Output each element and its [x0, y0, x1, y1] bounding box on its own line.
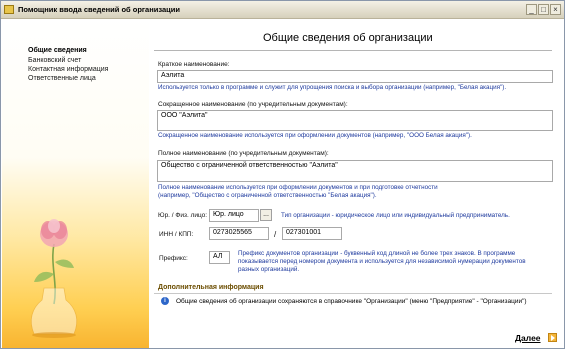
- prefix-input[interactable]: АЛ: [209, 251, 230, 264]
- next-button[interactable]: Далее: [511, 331, 559, 345]
- assistant-window: Помощник ввода сведений об организации _…: [0, 0, 565, 349]
- entity-type-label: Юр. / Физ. лицо:: [158, 212, 208, 219]
- entity-type-select-button[interactable]: ...: [260, 209, 272, 221]
- short-name-label: Краткое наименование:: [158, 61, 230, 68]
- info-icon: i: [161, 297, 169, 305]
- nav-item-responsible[interactable]: Ответственные лица: [28, 75, 96, 82]
- navigation-panel: Общие сведения Банковский счет Контактна…: [2, 19, 149, 348]
- abbr-name-label: Сокращенное наименование (по учредительн…: [158, 101, 348, 108]
- inn-kpp-separator: /: [274, 230, 277, 239]
- title-divider: [154, 50, 552, 51]
- window-title: Помощник ввода сведений об организации: [18, 5, 180, 14]
- page-title: Общие сведения об организации: [263, 32, 433, 44]
- title-bar[interactable]: Помощник ввода сведений об организации _…: [1, 1, 564, 19]
- entity-type-hint: Тип организации - юридическое лицо или и…: [281, 212, 510, 219]
- full-name-label: Полное наименование (по учредительным до…: [158, 150, 329, 157]
- abbr-name-input[interactable]: ООО "Аэлита": [157, 110, 553, 131]
- nav-item-general[interactable]: Общие сведения: [28, 47, 87, 54]
- extra-info-divider: [154, 293, 552, 294]
- inn-input[interactable]: 0273025565: [209, 227, 269, 240]
- extra-info-title: Дополнительная информация: [158, 284, 264, 291]
- arrow-right-icon: [548, 333, 557, 342]
- short-name-input[interactable]: Аэлита: [157, 70, 553, 83]
- flower-vase-illustration: [30, 219, 78, 338]
- app-icon: [4, 5, 14, 14]
- maximize-button[interactable]: □: [538, 4, 549, 15]
- kpp-input[interactable]: 027301001: [282, 227, 342, 240]
- full-name-hint-line2: (например, "Общество с ограниченной отве…: [158, 192, 377, 199]
- entity-type-input[interactable]: Юр. лицо: [209, 209, 259, 222]
- full-name-input[interactable]: Общество с ограниченной ответственностью…: [157, 160, 553, 182]
- inn-kpp-label: ИНН / КПП:: [159, 231, 194, 238]
- nav-item-bank-account[interactable]: Банковский счет: [28, 57, 81, 64]
- nav-item-contacts[interactable]: Контактная информация: [28, 66, 108, 73]
- extra-info-text: Общие сведения об организации сохраняютс…: [176, 298, 527, 305]
- short-name-hint: Используется только в программе и служит…: [158, 84, 507, 91]
- prefix-hint-line3: разных организаций.: [238, 266, 300, 273]
- minimize-button[interactable]: _: [526, 4, 537, 15]
- close-button[interactable]: ×: [550, 4, 561, 15]
- abbr-name-hint: Сокращенное наименование используется пр…: [158, 132, 472, 139]
- next-button-label: Далее: [515, 333, 541, 343]
- prefix-label: Префикс:: [159, 255, 188, 262]
